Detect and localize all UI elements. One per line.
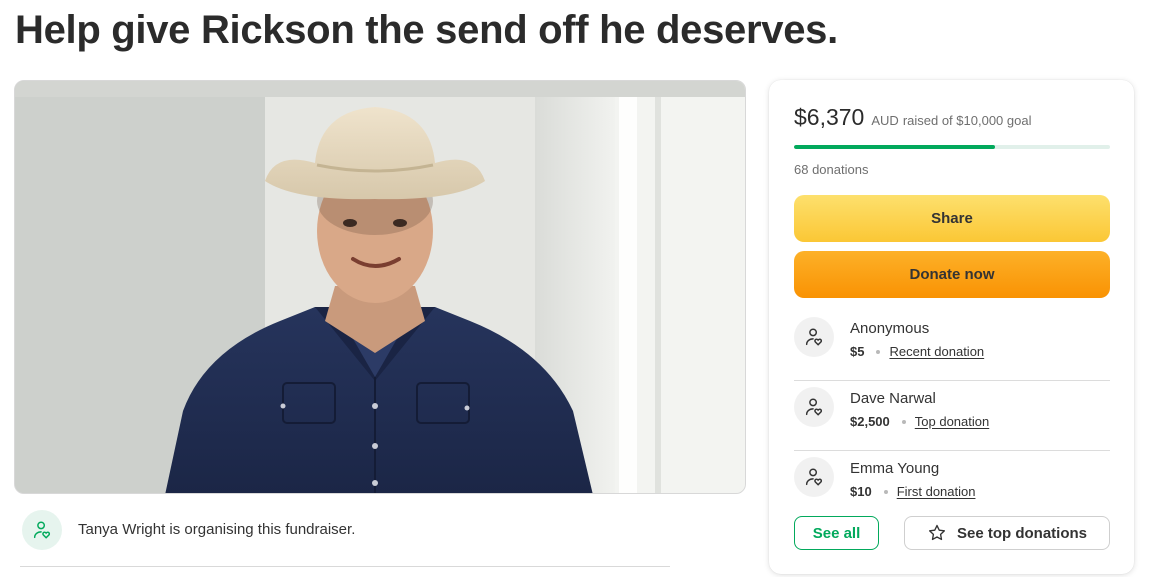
donation-sidebar-card: $6,370 AUD raised of $10,000 goal 68 don… [769, 80, 1134, 574]
donor-meta: $5 Recent donation [850, 344, 984, 359]
recent-donation-link[interactable]: Recent donation [889, 344, 984, 359]
donor-meta: $10 First donation [850, 484, 975, 499]
donor-amount: $10 [850, 484, 872, 499]
see-all-button[interactable]: See all [794, 516, 879, 550]
raised-amount: $6,370 [794, 104, 865, 130]
heart-hand-icon [794, 387, 834, 427]
progress-bar [794, 145, 1110, 149]
donate-now-button[interactable]: Donate now [794, 251, 1110, 298]
top-donation-link[interactable]: Top donation [915, 414, 989, 429]
progress-bar-fill [794, 145, 996, 149]
separator-dot [901, 419, 906, 424]
donation-item: Anonymous $5 Recent donation [794, 311, 1110, 381]
see-top-donations-label: See top donations [956, 524, 1087, 542]
raised-currency: AUD [871, 113, 899, 128]
donation-item: Dave Narwal $2,500 Top donation [794, 381, 1110, 451]
first-donation-link[interactable]: First donation [897, 484, 976, 499]
separator-dot [883, 489, 888, 494]
heart-hand-icon [794, 317, 834, 357]
goal-text: raised of $10,000 goal [902, 113, 1032, 128]
donor-name: Emma Young [850, 460, 940, 477]
donor-meta: $2,500 Top donation [850, 414, 989, 429]
donor-amount: $5 [850, 344, 865, 359]
organiser-text: Tanya Wright is organising this fundrais… [78, 521, 356, 538]
donor-name: Dave Narwal [850, 390, 936, 407]
donation-item: Emma Young $10 First donation [794, 451, 1110, 521]
fundraiser-page: Help give Rickson the send off he deserv… [0, 0, 1150, 577]
organiser-row: Tanya Wright is organising this fundrais… [20, 510, 670, 567]
see-top-donations-button[interactable]: See top donations [904, 516, 1110, 550]
donor-amount: $2,500 [850, 414, 890, 429]
heart-hand-icon [22, 510, 62, 550]
star-icon [927, 523, 947, 543]
campaign-photo-illustration [15, 81, 745, 493]
separator-dot [876, 349, 881, 354]
campaign-title: Help give Rickson the send off he deserv… [15, 8, 838, 52]
raised-summary: $6,370 AUD raised of $10,000 goal [794, 104, 1031, 131]
share-button[interactable]: Share [794, 195, 1110, 242]
campaign-photo [14, 80, 746, 494]
donation-count: 68 donations [794, 162, 869, 177]
donor-name: Anonymous [850, 320, 930, 337]
heart-hand-icon [794, 457, 834, 497]
